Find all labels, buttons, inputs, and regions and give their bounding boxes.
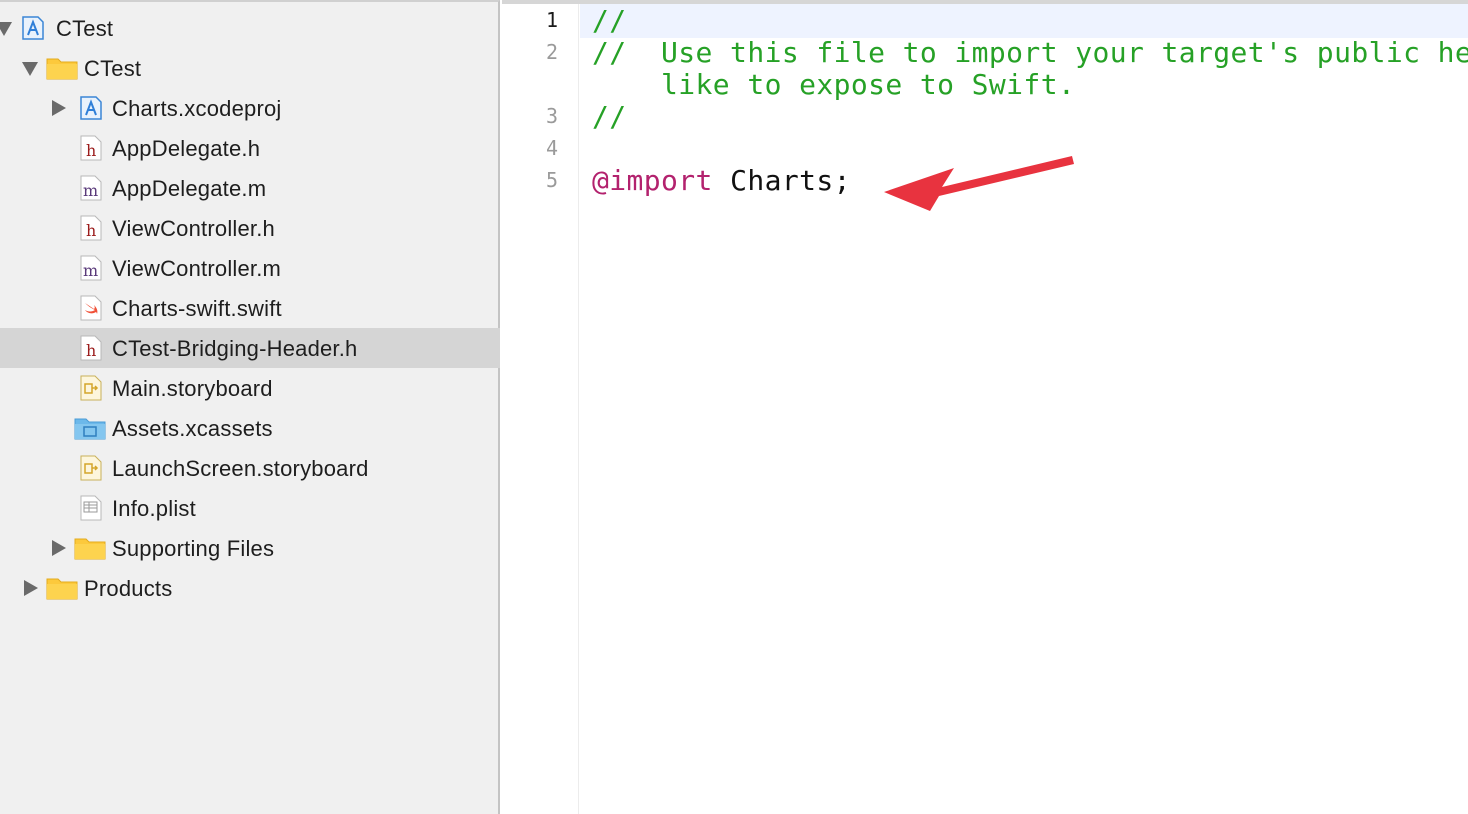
- nav-item-assets-xcassets[interactable]: Assets.xcassets: [0, 408, 500, 448]
- svg-text:h: h: [86, 341, 96, 360]
- svg-text:h: h: [86, 221, 96, 240]
- nav-item-launchscreen-storyboard[interactable]: LaunchScreen.storyboard: [0, 448, 500, 488]
- plist-icon: [80, 495, 102, 521]
- nav-item-ctest-bridging-header[interactable]: h CTest-Bridging-Header.h: [0, 328, 500, 368]
- nav-item-info-plist[interactable]: Info.plist: [0, 488, 500, 528]
- nav-item-label: CTest-Bridging-Header.h: [112, 336, 358, 361]
- disclosure-open-icon[interactable]: [0, 22, 12, 36]
- svg-text:h: h: [86, 141, 96, 160]
- xcode-project-icon: [22, 16, 44, 40]
- nav-item-viewcontroller-h[interactable]: h ViewController.h: [0, 208, 500, 248]
- nav-item-label: AppDelegate.h: [112, 136, 261, 161]
- nav-item-label: ViewController.m: [112, 256, 282, 281]
- disclosure-open-icon[interactable]: [22, 62, 38, 76]
- nav-item-label: Supporting Files: [112, 536, 275, 561]
- nav-item-label: Charts-swift.swift: [112, 296, 282, 321]
- header-file-icon: h: [80, 215, 102, 241]
- nav-item-viewcontroller-m[interactable]: m ViewController.m: [0, 248, 500, 288]
- nav-item-main-storyboard[interactable]: Main.storyboard: [0, 368, 500, 408]
- disclosure-closed-icon[interactable]: [24, 580, 38, 596]
- objc-file-icon: m: [80, 255, 102, 281]
- red-arrow-annotation: [884, 156, 1074, 211]
- objc-file-icon: m: [80, 175, 102, 201]
- nav-item-label: CTest: [84, 56, 142, 81]
- nav-item-label: AppDelegate.m: [112, 176, 267, 201]
- nav-item-ctest-group[interactable]: CTest: [0, 48, 500, 88]
- nav-item-label: Main.storyboard: [112, 376, 273, 401]
- nav-item-supporting-files[interactable]: Supporting Files: [0, 528, 500, 568]
- nav-item-label: LaunchScreen.storyboard: [112, 456, 369, 481]
- xcode-project-icon: [80, 96, 102, 120]
- nav-item-charts-xcodeproj[interactable]: Charts.xcodeproj: [0, 88, 500, 128]
- folder-icon: [46, 578, 78, 600]
- disclosure-closed-icon[interactable]: [52, 100, 66, 116]
- header-file-icon: h: [80, 335, 102, 361]
- header-file-icon: h: [80, 135, 102, 161]
- nav-item-ctest-project[interactable]: CTest: [0, 8, 500, 48]
- svg-text:m: m: [83, 181, 98, 200]
- disclosure-closed-icon[interactable]: [52, 540, 66, 556]
- nav-item-label: CTest: [56, 16, 114, 41]
- nav-item-label: ViewController.h: [112, 216, 275, 241]
- nav-item-appdelegate-m[interactable]: m AppDelegate.m: [0, 168, 500, 208]
- nav-item-products[interactable]: Products: [0, 568, 500, 608]
- asset-catalog-icon: [74, 418, 106, 440]
- folder-icon: [46, 58, 78, 80]
- storyboard-icon: [80, 455, 102, 481]
- storyboard-icon: [80, 375, 102, 401]
- nav-item-label: Assets.xcassets: [112, 416, 273, 441]
- svg-text:m: m: [83, 261, 98, 280]
- source-editor[interactable]: 1 2 3 4 5 // // Use this file to import …: [502, 0, 1468, 814]
- folder-icon: [74, 538, 106, 560]
- nav-item-charts-swift[interactable]: Charts-swift.swift: [0, 288, 500, 328]
- nav-item-label: Charts.xcodeproj: [112, 96, 282, 121]
- nav-item-label: Products: [84, 576, 173, 601]
- nav-item-appdelegate-h[interactable]: h AppDelegate.h: [0, 128, 500, 168]
- project-navigator: CTest CTest Charts.xcodeproj h AppDelega…: [0, 0, 500, 814]
- nav-item-label: Info.plist: [112, 496, 196, 521]
- swift-file-icon: [80, 295, 102, 321]
